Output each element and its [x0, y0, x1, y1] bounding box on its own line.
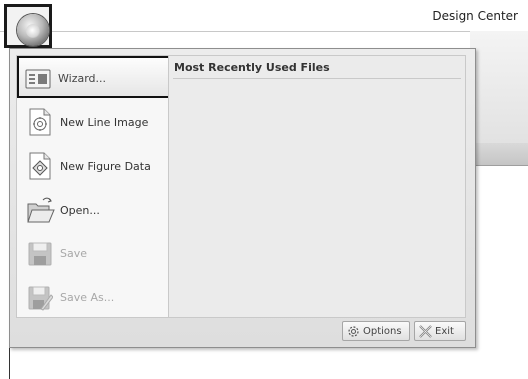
ribbon-status-strip [470, 143, 528, 166]
application-button[interactable] [4, 4, 52, 48]
gear-icon [346, 324, 361, 339]
close-icon [418, 324, 433, 339]
save-as-icon [27, 283, 54, 311]
folder-open-icon [27, 196, 55, 224]
open-menu-item[interactable]: Open... [23, 191, 168, 229]
options-button[interactable]: Options [342, 321, 410, 341]
application-menu: New Line Image New Figure Data Open... S… [9, 48, 476, 348]
menu-item-label: New Line Image [60, 116, 149, 129]
canvas-edge [9, 346, 10, 379]
menu-item-label: Wizard... [58, 72, 107, 85]
recent-files-heading: Most Recently Used Files [174, 61, 330, 74]
ribbon-background [470, 31, 528, 144]
wizard-menu-item[interactable]: Wizard... [17, 56, 170, 98]
menu-item-label: Open... [60, 204, 100, 217]
wizard-icon [25, 65, 51, 93]
application-orb-icon [17, 14, 49, 46]
save-icon [27, 239, 53, 267]
save-menu-item[interactable]: Save [23, 234, 168, 272]
exit-label: Exit [435, 326, 454, 337]
orb-highlight [26, 24, 40, 38]
new-line-image-icon [27, 108, 53, 136]
exit-button[interactable]: Exit [414, 321, 466, 341]
menu-item-label: Save [60, 247, 88, 260]
menu-footer: Options Exit [16, 321, 466, 343]
recent-files-panel: Most Recently Used Files [168, 55, 466, 318]
new-figure-data-menu-item[interactable]: New Figure Data [23, 147, 168, 185]
title-bar: Design Center [0, 0, 528, 32]
new-line-image-menu-item[interactable]: New Line Image [23, 103, 168, 141]
divider [173, 78, 461, 79]
new-figure-data-icon [27, 152, 53, 180]
options-label: Options [363, 326, 402, 337]
window-title: Design Center [432, 9, 518, 23]
save-as-menu-item[interactable]: Save As... [23, 278, 168, 316]
menu-item-label: New Figure Data [60, 160, 151, 173]
menu-item-label: Save As... [60, 291, 115, 304]
